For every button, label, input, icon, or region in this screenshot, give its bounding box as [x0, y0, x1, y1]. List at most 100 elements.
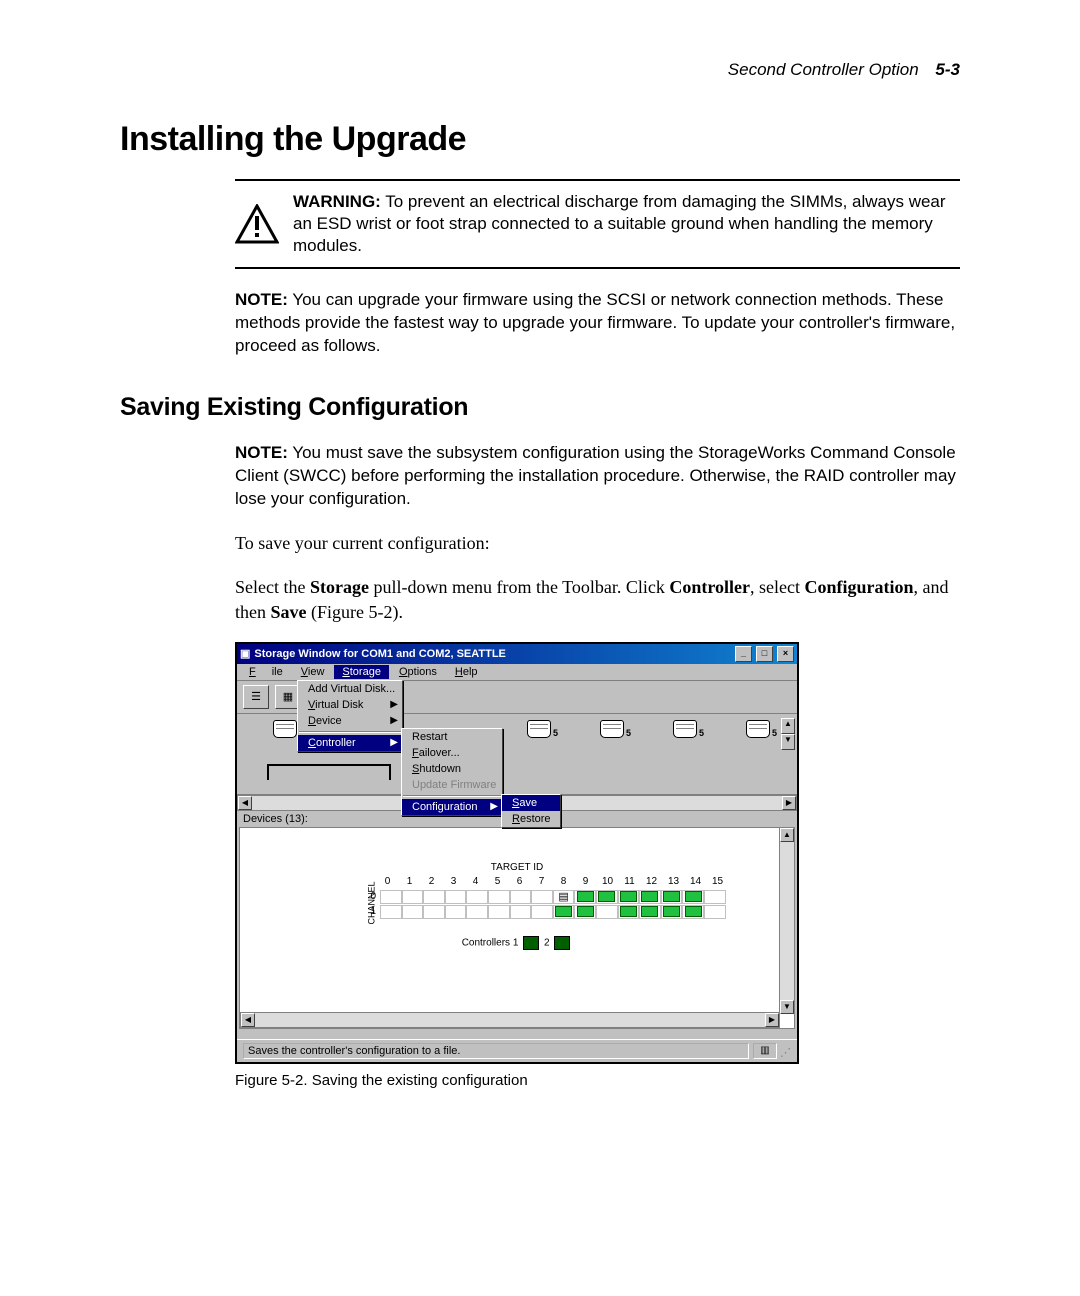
status-text: Saves the controller's configuration to …	[243, 1043, 749, 1059]
scroll-right-icon-2[interactable]: ▶	[765, 1013, 779, 1027]
b2e: , select	[750, 577, 804, 597]
menubar: File View Storage Options Help	[237, 664, 797, 681]
channel-row-0: 0 ▤	[366, 890, 726, 904]
b2b: Storage	[310, 577, 369, 597]
maximize-button[interactable]: □	[756, 646, 773, 662]
menu-controller[interactable]: Controller▶	[298, 735, 402, 751]
disk-row: 5 5 5 5	[527, 720, 779, 738]
controllers-row: Controllers 1 2	[240, 936, 794, 950]
body-text-2: Select the Storage pull-down menu from t…	[235, 575, 960, 624]
warning-icon	[235, 191, 279, 257]
menu-save[interactable]: Save	[502, 795, 560, 811]
titlebar[interactable]: ▣ Storage Window for COM1 and COM2, SEAT…	[237, 644, 797, 664]
dev-0-10[interactable]	[596, 890, 618, 904]
disk-3[interactable]: 5	[673, 720, 704, 738]
b2d: Controller	[669, 577, 750, 597]
disk-4[interactable]: 5	[746, 720, 777, 738]
target-id-label: TARGET ID	[240, 862, 794, 873]
statusbar: Saves the controller's configuration to …	[237, 1039, 797, 1062]
menu-view[interactable]: View	[293, 665, 333, 679]
warning-text: WARNING: To prevent an electrical discha…	[293, 191, 960, 257]
dev-0-11[interactable]	[618, 890, 640, 904]
menu-storage[interactable]: Storage	[334, 665, 389, 679]
warning-label: WARNING:	[293, 192, 381, 211]
row1-label: 1	[366, 906, 376, 917]
b2a: Select the	[235, 577, 310, 597]
target-id-numbers: 0123456789101112131415	[380, 876, 725, 887]
controller-2-icon[interactable]	[554, 936, 570, 950]
vd-scroll-down[interactable]: ▼	[781, 734, 795, 750]
note1-text: You can upgrade your firmware using the …	[235, 290, 955, 355]
vd-scroll-up[interactable]: ▲	[781, 718, 795, 734]
disk-2[interactable]: 5	[600, 720, 631, 738]
menu-add-virtual-disk[interactable]: Add Virtual Disk...	[298, 681, 402, 697]
storage-menu: Add Virtual Disk... Virtual Disk▶ Device…	[297, 680, 403, 752]
menu-restore[interactable]: Restore	[502, 811, 560, 827]
b2h: Save	[271, 602, 307, 622]
resize-grip[interactable]: ⋰	[777, 1043, 791, 1059]
scroll-down-icon[interactable]: ▼	[780, 1000, 794, 1014]
note-2: NOTE: You must save the subsystem config…	[235, 442, 960, 511]
window-title: Storage Window for COM1 and COM2, SEATTL…	[254, 648, 731, 660]
dev-1-14[interactable]	[682, 905, 704, 919]
menu-configuration[interactable]: Configuration▶	[402, 799, 502, 815]
dev-0-14[interactable]	[682, 890, 704, 904]
menu-restart[interactable]: Restart	[402, 729, 502, 745]
b2i: (Figure 5-2).	[307, 602, 403, 622]
controller-submenu: Restart Failover... Shutdown Update Firm…	[401, 728, 503, 816]
header-section: Second Controller Option	[728, 60, 919, 79]
ctrl-2-label: 2	[544, 937, 550, 948]
controller-1-icon[interactable]	[523, 936, 539, 950]
figure-caption: Figure 5-2. Saving the existing configur…	[235, 1072, 960, 1089]
menu-file[interactable]: File	[241, 665, 291, 679]
devices-scroll-v[interactable]: ▲ ▼	[779, 828, 794, 1014]
scroll-left-icon-2[interactable]: ◀	[241, 1013, 255, 1027]
scroll-left-icon[interactable]: ◀	[238, 796, 252, 810]
subsection-title: Saving Existing Configuration	[120, 393, 960, 422]
menu-virtual-disk[interactable]: Virtual Disk▶	[298, 697, 402, 713]
scroll-right-icon[interactable]: ▶	[782, 796, 796, 810]
dev-0-12[interactable]	[639, 890, 661, 904]
status-icon: ▥	[753, 1043, 777, 1059]
note-1: NOTE: You can upgrade your firmware usin…	[235, 289, 960, 358]
menu-device[interactable]: Device▶	[298, 713, 402, 729]
row0-label: 0	[366, 891, 376, 902]
disk-1[interactable]: 5	[527, 720, 558, 738]
devices-scroll-h[interactable]: ◀ ▶	[240, 1012, 780, 1028]
page-header: Second Controller Option 5-3	[120, 60, 960, 80]
dev-0-8[interactable]: ▤	[553, 890, 575, 904]
device-grid: 0 ▤ 1	[366, 890, 726, 920]
controllers-label: Controllers	[462, 937, 510, 948]
menu-shutdown[interactable]: Shutdown	[402, 761, 502, 777]
section-title: Installing the Upgrade	[120, 120, 960, 159]
note2-text: You must save the subsystem configuratio…	[235, 443, 956, 508]
warning-callout: WARNING: To prevent an electrical discha…	[235, 179, 960, 269]
dev-0-13[interactable]	[661, 890, 683, 904]
app-window: ▣ Storage Window for COM1 and COM2, SEAT…	[235, 642, 799, 1064]
bracket-line	[267, 764, 391, 780]
body-text-1: To save your current configuration:	[235, 531, 960, 555]
ctrl-1-label: 1	[513, 937, 519, 948]
menu-failover[interactable]: Failover...	[402, 745, 502, 761]
scroll-up-icon[interactable]: ▲	[780, 828, 794, 842]
config-submenu: Save Restore	[501, 794, 561, 828]
dev-1-13[interactable]	[661, 905, 683, 919]
note2-label: NOTE:	[235, 443, 288, 462]
selected-disk-icon[interactable]	[273, 720, 297, 741]
dev-1-11[interactable]	[618, 905, 640, 919]
close-button[interactable]: ×	[777, 646, 794, 662]
toolbar-btn-1[interactable]: ☰	[243, 685, 269, 709]
menu-help[interactable]: Help	[447, 665, 486, 679]
menu-options[interactable]: Options	[391, 665, 445, 679]
b2c: pull-down menu from the Toolbar. Click	[369, 577, 669, 597]
devices-area: TARGET ID CHANNEL 0123456789101112131415…	[239, 827, 795, 1029]
dev-1-12[interactable]	[639, 905, 661, 919]
minimize-button[interactable]: _	[735, 646, 752, 662]
b2f: Configuration	[804, 577, 913, 597]
warning-text-body: To prevent an electrical discharge from …	[293, 192, 946, 255]
app-icon: ▣	[240, 647, 250, 660]
dev-1-8[interactable]	[553, 905, 575, 919]
dev-1-9[interactable]	[574, 905, 596, 919]
dev-0-9[interactable]	[574, 890, 596, 904]
channel-row-1: 1	[366, 905, 726, 919]
